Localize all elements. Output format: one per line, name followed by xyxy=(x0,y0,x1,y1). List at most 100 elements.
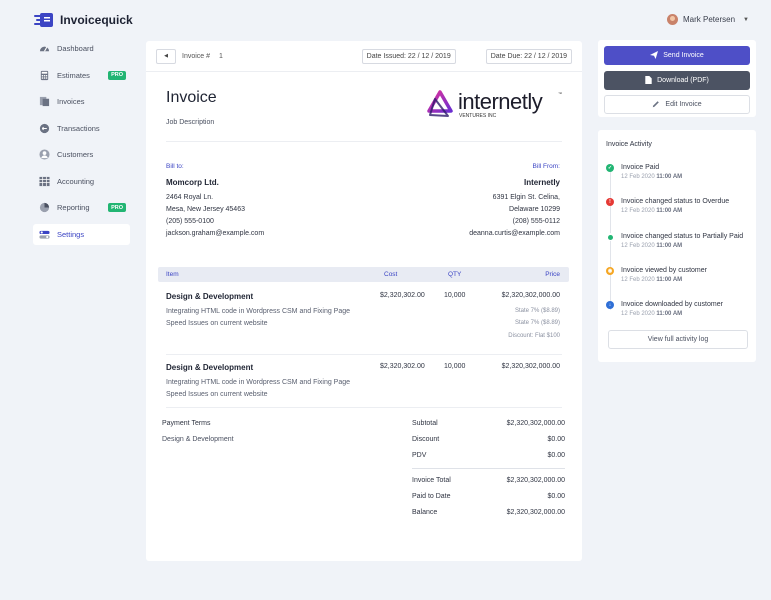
app-name: Invoicequick xyxy=(60,13,133,27)
sidebar: Dashboard Estimates PRO Invoices Transac… xyxy=(33,38,130,250)
divider xyxy=(166,407,562,408)
dot-icon xyxy=(606,233,614,241)
row-cost: $2,320,302.00 xyxy=(380,292,425,299)
sidebar-item-label: Reporting xyxy=(57,203,90,212)
sidebar-item-label: Accounting xyxy=(57,176,95,186)
row-qty: 10,000 xyxy=(444,292,466,299)
bill-to-address-line: 2464 Royal Ln. xyxy=(166,194,214,201)
app-logo[interactable]: Invoicequick xyxy=(34,12,133,28)
bill-from-address-line: Delaware 10299 xyxy=(509,206,560,213)
row-title: Design & Development xyxy=(166,363,254,372)
row-title: Design & Development xyxy=(166,292,254,301)
date-issued-field[interactable]: Date Issued: 22 / 12 / 2019 xyxy=(361,48,456,64)
file-icon xyxy=(645,75,652,86)
activity-text: Invoice Paid xyxy=(621,164,660,171)
column-header-item: Item xyxy=(166,271,179,278)
pro-badge: PRO xyxy=(108,203,126,212)
summary-label: Balance xyxy=(412,509,438,516)
alert-icon: ! xyxy=(606,198,614,206)
customer-icon xyxy=(39,149,50,160)
bill-from-name: Internetly xyxy=(523,178,560,187)
row-tax-note: State 7% ($8.89) xyxy=(514,308,560,314)
sidebar-item-label: Dashboard xyxy=(57,44,94,53)
bill-from-email: deanna.curtis@example.com xyxy=(469,230,560,237)
payment-terms-label: Payment Terms xyxy=(162,420,211,427)
send-invoice-button[interactable]: Send Invoice xyxy=(604,46,750,65)
sidebar-item-estimates[interactable]: Estimates PRO xyxy=(33,65,130,86)
bill-to-address-line: Mesa, New Jersey 45463 xyxy=(166,206,245,213)
date-due-field[interactable]: Date Due: 22 / 12 / 2019 xyxy=(485,48,572,64)
row-description: Integrating HTML code in Wordpress CSM a… xyxy=(166,379,351,386)
button-label: Edit Invoice xyxy=(665,101,702,108)
row-price: $2,320,302,000.00 xyxy=(501,363,560,370)
column-header-qty: QTY xyxy=(448,271,462,278)
summary-invoice-total: Invoice Total $2,320,302,000.00 xyxy=(412,477,565,484)
user-menu[interactable]: Mark Petersen ▼ xyxy=(667,14,749,25)
button-label: Send Invoice xyxy=(663,52,704,59)
actions-panel: Send Invoice Download (PDF) Edit Invoice xyxy=(598,40,756,117)
summary-subtotal: Subtotal $2,320,302,000.00 xyxy=(412,420,565,427)
summary-value: $0.00 xyxy=(547,436,565,443)
reporting-icon xyxy=(39,202,50,213)
user-name: Mark Petersen xyxy=(683,15,736,24)
row-description: Speed Issues on current website xyxy=(166,320,268,327)
row-cost: $2,320,302.00 xyxy=(380,363,425,370)
payment-terms-value[interactable]: Design & Development xyxy=(162,436,234,443)
edit-invoice-button[interactable]: Edit Invoice xyxy=(604,95,750,114)
summary-paid-to-date: Paid to Date $0.00 xyxy=(412,493,565,500)
logo-icon xyxy=(34,12,54,28)
sidebar-item-label: Transactions xyxy=(57,123,100,133)
sidebar-item-label: Invoices xyxy=(57,97,85,106)
sidebar-item-dashboard[interactable]: Dashboard xyxy=(33,38,130,59)
brand-tm: ™ xyxy=(558,91,562,96)
dashboard-icon xyxy=(39,43,50,54)
chevron-left-icon: ◀ xyxy=(164,53,168,59)
job-description[interactable]: Job Description xyxy=(166,119,214,126)
sidebar-item-reporting[interactable]: Reporting PRO xyxy=(33,197,130,218)
sidebar-item-invoices[interactable]: Invoices xyxy=(33,91,130,112)
invoice-title: Invoice xyxy=(166,89,217,106)
eye-icon: ◉ xyxy=(606,267,614,275)
summary-label: Invoice Total xyxy=(412,477,451,484)
sidebar-item-transactions[interactable]: Transactions xyxy=(33,118,130,139)
pro-badge: PRO xyxy=(108,70,126,80)
sidebar-item-label: Customers xyxy=(57,150,94,159)
sidebar-item-customers[interactable]: Customers xyxy=(33,144,130,165)
bill-from-label: Bill From: xyxy=(532,163,560,170)
invoice-activity-panel: Invoice Activity ✓ Invoice Paid 12 Feb 2… xyxy=(598,130,756,362)
back-button[interactable]: ◀ xyxy=(156,48,176,64)
summary-label: Subtotal xyxy=(412,420,438,427)
summary-label: PDV xyxy=(412,452,427,459)
activity-timestamp: 12 Feb 2020 11:00 AM xyxy=(621,243,683,249)
column-header-price: Price xyxy=(545,271,560,278)
company-logo: internetly ™ VENTURES INC xyxy=(426,89,566,121)
download-pdf-button[interactable]: Download (PDF) xyxy=(604,71,750,90)
bill-to-phone: (205) 555-0100 xyxy=(166,218,214,225)
invoice-number[interactable]: 1 xyxy=(219,53,223,60)
summary-value: $0.00 xyxy=(547,493,565,500)
sidebar-item-settings[interactable]: Settings xyxy=(33,223,130,245)
summary-value: $0.00 xyxy=(547,452,565,459)
settings-icon xyxy=(39,229,50,240)
column-header-cost: Cost xyxy=(384,271,398,278)
activity-title: Invoice Activity xyxy=(606,141,652,148)
row-qty: 10,000 xyxy=(444,363,466,370)
download-icon: ↓ xyxy=(606,301,614,309)
invoice-number-label: Invoice # xyxy=(182,52,211,60)
calculator-icon xyxy=(39,70,50,81)
bill-to-label: Bill to: xyxy=(166,163,184,170)
activity-text: Invoice viewed by customer xyxy=(621,267,707,274)
transactions-icon xyxy=(39,123,50,134)
summary-pdv: PDV $0.00 xyxy=(412,452,565,459)
sidebar-item-accounting[interactable]: Accounting xyxy=(33,171,130,192)
bill-to-name: Momcorp Ltd. xyxy=(166,178,219,187)
row-discount-note: Discount: Flat $100 xyxy=(508,333,560,339)
summary-label: Paid to Date xyxy=(412,493,451,500)
activity-text: Invoice changed status to Overdue xyxy=(621,198,730,205)
bill-from-address-line: 6391 Elgin St. Celina, xyxy=(492,194,560,201)
summary-discount: Discount $0.00 xyxy=(412,436,565,443)
invoice-card: ◀ Invoice # 1 Date Issued: 22 / 12 / 201… xyxy=(146,41,582,561)
activity-timestamp: 12 Feb 2020 11:00 AM xyxy=(621,311,683,317)
divider xyxy=(412,468,565,469)
view-full-activity-log-button[interactable]: View full activity log xyxy=(608,330,748,349)
